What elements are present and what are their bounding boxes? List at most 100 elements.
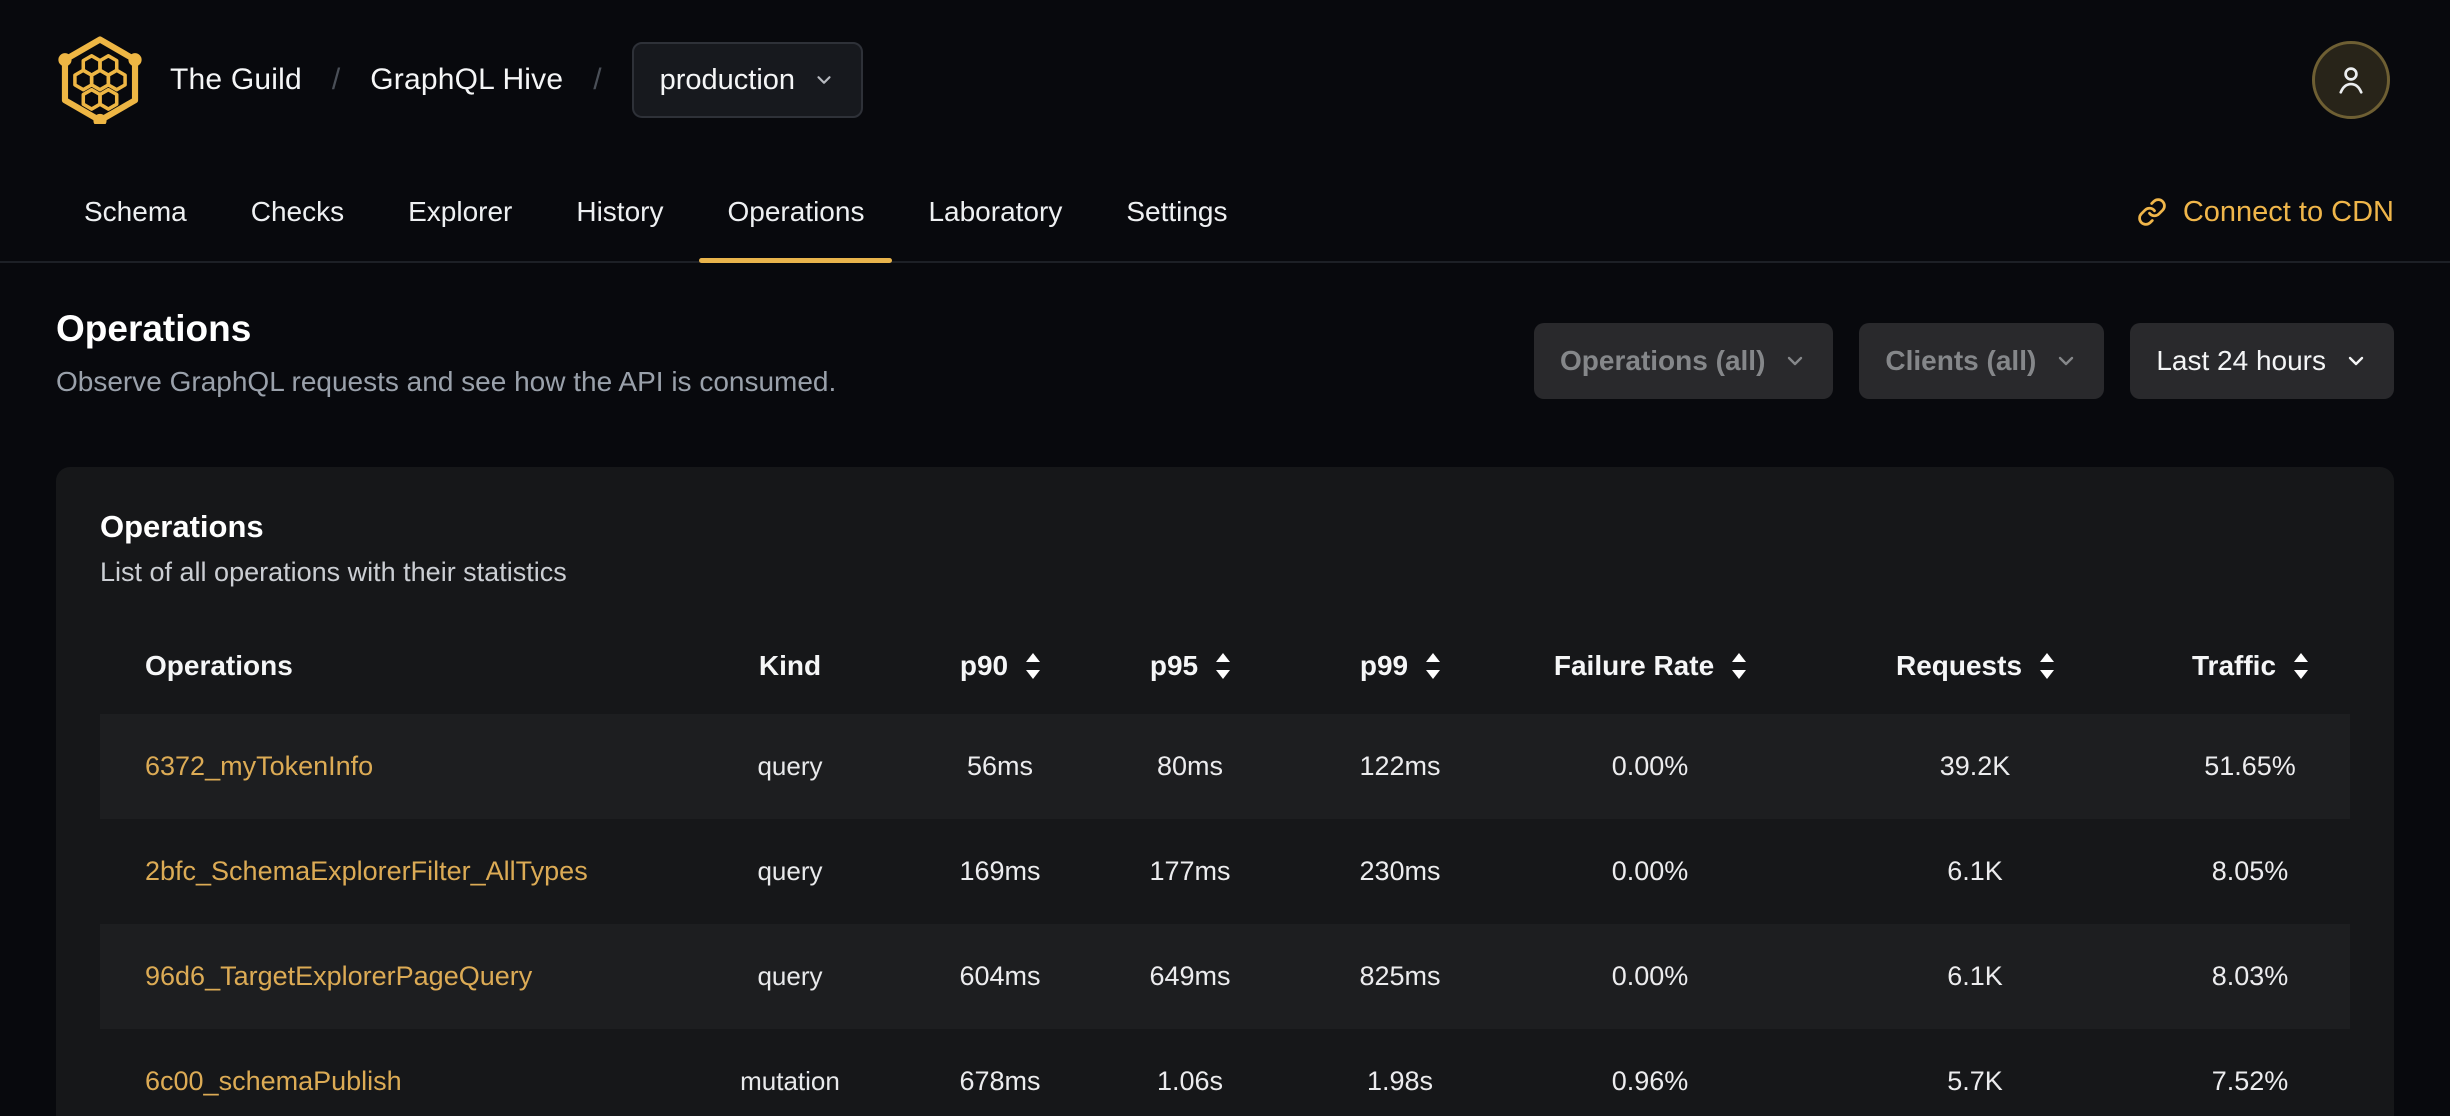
tab-history[interactable]: History <box>548 163 691 261</box>
table-row: 96d6_TargetExplorerPageQuery query 604ms… <box>100 924 2350 1029</box>
p99-cell: 1.98s <box>1366 1066 1434 1096</box>
connect-to-cdn-label: Connect to CDN <box>2182 195 2394 228</box>
breadcrumb-org[interactable]: The Guild <box>170 63 302 97</box>
time-range-label: Last 24 hours <box>2156 345 2326 376</box>
tab-operations[interactable]: Operations <box>699 163 893 263</box>
sort-arrows-icon[interactable] <box>2294 653 2309 679</box>
tab-label: Operations <box>727 196 865 227</box>
chevron-down-icon <box>2059 356 2074 366</box>
tab-checks[interactable]: Checks <box>223 163 372 261</box>
environment-dropdown[interactable]: production <box>631 42 864 118</box>
tab-explorer[interactable]: Explorer <box>380 163 540 261</box>
p95-cell: 1.06s <box>1156 1066 1224 1096</box>
tab-label: Explorer <box>408 196 513 227</box>
operations-filter-dropdown[interactable]: Operations (all) <box>1534 323 1834 399</box>
environment-dropdown-label: production <box>659 63 796 96</box>
sort-arrows-icon[interactable] <box>1026 653 1041 679</box>
operation-link[interactable]: 6372_myTokenInfo <box>145 751 373 781</box>
chevron-down-icon <box>817 76 831 84</box>
p99-cell: 825ms <box>1359 961 1441 991</box>
p95-cell: 177ms <box>1149 856 1231 886</box>
column-label: p99 <box>1359 650 1409 681</box>
requests-cell: 39.2K <box>1939 751 2011 781</box>
column-header-p95[interactable]: p95 <box>1080 650 1300 682</box>
breadcrumb-project[interactable]: GraphQL Hive <box>370 63 563 97</box>
column-label: Kind <box>758 650 822 681</box>
chevron-down-icon <box>2348 356 2364 366</box>
column-label: Traffic <box>2191 650 2277 681</box>
page-subtitle: Observe GraphQL requests and see how the… <box>56 366 837 397</box>
operations-table: Operations Kind p90 p95 p99 Failure Rate… <box>100 618 2350 1116</box>
column-header-p90[interactable]: p90 <box>920 650 1080 682</box>
traffic-cell: 7.52% <box>2211 1066 2289 1096</box>
user-icon <box>2339 67 2363 94</box>
tab-label: Checks <box>250 196 345 227</box>
page-title-block: Operations Observe GraphQL requests and … <box>56 307 836 399</box>
requests-cell: 5.7K <box>1947 1066 2003 1096</box>
card-title: Operations <box>100 509 264 544</box>
user-avatar-button[interactable] <box>2312 41 2390 119</box>
breadcrumb-separator: / <box>593 63 602 96</box>
top-bar: The Guild / GraphQL Hive / production <box>0 0 2450 124</box>
column-header-kind: Kind <box>660 650 920 682</box>
page-title: Operations <box>56 308 252 349</box>
table-row: 6c00_schemaPublish mutation 678ms 1.06s … <box>100 1029 2350 1116</box>
breadcrumb: The Guild / GraphQL Hive / production <box>170 42 864 118</box>
operations-filter-label: Operations (all) <box>1560 345 1766 376</box>
p90-cell: 56ms <box>966 751 1034 781</box>
operation-link[interactable]: 6c00_schemaPublish <box>145 1066 402 1096</box>
sort-arrows-icon[interactable] <box>1216 653 1231 679</box>
sort-arrows-icon[interactable] <box>1426 653 1441 679</box>
p90-cell: 604ms <box>959 961 1041 991</box>
operation-link[interactable]: 2bfc_SchemaExplorerFilter_AllTypes <box>145 856 588 886</box>
requests-cell: 6.1K <box>1947 856 2003 886</box>
tab-label: Settings <box>1126 196 1228 227</box>
tab-laboratory[interactable]: Laboratory <box>900 163 1090 261</box>
kind-cell: query <box>757 961 823 991</box>
operation-link[interactable]: 96d6_TargetExplorerPageQuery <box>145 961 532 991</box>
requests-cell: 6.1K <box>1947 961 2003 991</box>
column-label: Failure Rate <box>1553 650 1715 681</box>
column-label: Requests <box>1895 650 2023 681</box>
kind-cell: query <box>757 856 823 886</box>
tab-settings[interactable]: Settings <box>1098 163 1255 261</box>
table-row: 2bfc_SchemaExplorerFilter_AllTypes query… <box>100 819 2350 924</box>
tab-schema[interactable]: Schema <box>56 163 215 261</box>
chevron-down-icon <box>1788 356 1803 366</box>
failure-rate-cell: 0.00% <box>1611 751 1689 781</box>
tab-label: Laboratory <box>928 196 1063 227</box>
connect-to-cdn-button[interactable]: Connect to CDN <box>2137 163 2394 261</box>
failure-rate-cell: 0.00% <box>1611 961 1689 991</box>
table-row: 6372_myTokenInfo query 56ms 80ms 122ms 0… <box>100 714 2350 819</box>
column-label: p90 <box>959 650 1009 681</box>
tab-label: Schema <box>84 196 187 227</box>
column-header-traffic[interactable]: Traffic <box>2150 650 2350 682</box>
sort-arrows-icon[interactable] <box>1732 653 1747 679</box>
kind-cell: query <box>757 751 823 781</box>
card-subtitle: List of all operations with their statis… <box>100 557 567 587</box>
p95-cell: 649ms <box>1149 961 1231 991</box>
traffic-cell: 51.65% <box>2204 751 2296 781</box>
traffic-cell: 8.03% <box>2211 961 2289 991</box>
failure-rate-cell: 0.00% <box>1611 856 1689 886</box>
hive-logo-icon[interactable] <box>56 36 144 124</box>
clients-filter-dropdown[interactable]: Clients (all) <box>1859 323 2105 399</box>
failure-rate-cell: 0.96% <box>1611 1066 1689 1096</box>
column-header-failure-rate[interactable]: Failure Rate <box>1500 650 1800 682</box>
column-header-p99[interactable]: p99 <box>1300 650 1500 682</box>
sort-arrows-icon[interactable] <box>2040 653 2055 679</box>
column-label: Operations <box>145 650 293 681</box>
time-range-dropdown[interactable]: Last 24 hours <box>2130 323 2394 399</box>
column-header-requests[interactable]: Requests <box>1800 650 2150 682</box>
p99-cell: 122ms <box>1359 751 1441 781</box>
filters-toolbar: Operations (all) Clients (all) Last 24 h… <box>1534 323 2394 399</box>
traffic-cell: 8.05% <box>2211 856 2289 886</box>
p90-cell: 169ms <box>959 856 1041 886</box>
main-content: Operations Observe GraphQL requests and … <box>0 307 2450 1116</box>
kind-cell: mutation <box>740 1066 840 1096</box>
tab-label: History <box>576 196 664 227</box>
operations-card: Operations List of all operations with t… <box>56 467 2394 1116</box>
column-header-operations: Operations <box>100 650 660 682</box>
column-label: p95 <box>1149 650 1199 681</box>
clients-filter-label: Clients (all) <box>1885 345 2037 376</box>
